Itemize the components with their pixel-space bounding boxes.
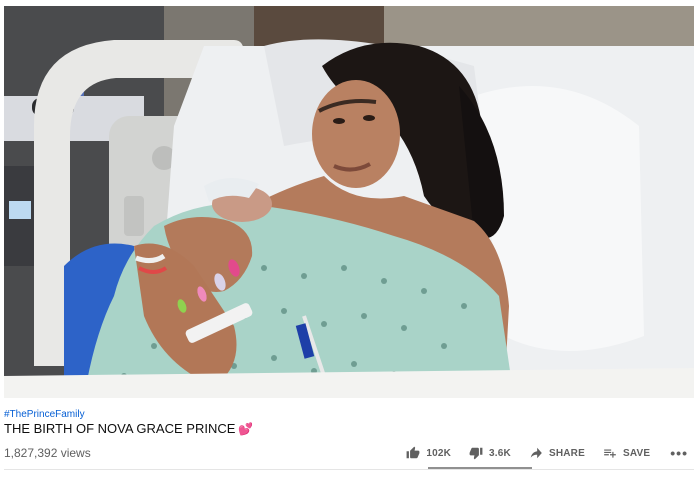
more-actions-button[interactable]: ••• (670, 445, 688, 461)
view-count: 1,827,392 views (4, 446, 91, 460)
video-player[interactable] (4, 6, 694, 398)
video-title: THE BIRTH OF NOVA GRACE PRINCE 💕 (4, 421, 253, 436)
save-label: SAVE (622, 447, 651, 459)
like-count: 102K (426, 447, 452, 459)
like-button[interactable]: 102K (406, 446, 451, 460)
playlist-add-icon (604, 449, 616, 458)
share-arrow-icon (530, 447, 542, 459)
dislike-button[interactable]: 3.6K (469, 446, 511, 460)
save-button[interactable]: SAVE (603, 446, 650, 460)
video-title-text: THE BIRTH OF NOVA GRACE PRINCE (4, 421, 236, 436)
video-actions-bar: 102K 3.6K SHARE SAVE ••• (388, 442, 688, 464)
thumbs-down-icon (469, 447, 483, 460)
video-frame-image (4, 6, 694, 398)
thumbs-up-icon (406, 446, 420, 459)
dislike-count: 3.6K (489, 447, 511, 459)
share-label: SHARE (548, 447, 585, 459)
share-button[interactable]: SHARE (529, 446, 585, 460)
two-hearts-emoji: 💕 (238, 422, 254, 436)
more-horizontal-icon: ••• (670, 445, 688, 461)
divider (4, 469, 694, 470)
hashtag-link[interactable]: #ThePrinceFamily (4, 409, 85, 420)
